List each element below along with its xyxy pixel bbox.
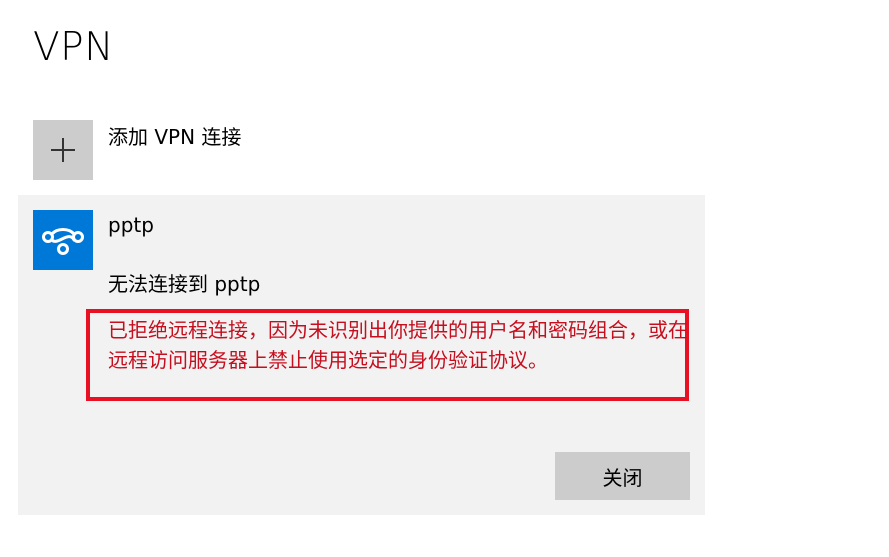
error-message: 已拒绝远程连接，因为未识别出你提供的用户名和密码组合，或在远程访问服务器上禁止使… — [108, 318, 688, 372]
close-button[interactable]: 关闭 — [555, 452, 690, 500]
vpn-connection-name: pptp — [108, 213, 154, 237]
page-title: VPN — [33, 25, 114, 70]
connection-status-title: 无法连接到 pptp — [108, 272, 261, 296]
vpn-connection-item[interactable]: pptp 无法连接到 pptp 已拒绝远程连接，因为未识别出你提供的用户名和密码… — [18, 195, 705, 515]
add-vpn-tile[interactable] — [33, 120, 93, 180]
vpn-settings-page: VPN 添加 VPN 连接 pptp 无法连接到 pptp 已拒绝远程连接，因为… — [0, 0, 889, 557]
add-vpn-connection-button[interactable]: 添加 VPN 连接 — [33, 120, 433, 180]
add-vpn-connection-label[interactable]: 添加 VPN 连接 — [108, 123, 241, 151]
vpn-icon — [33, 210, 93, 270]
error-highlight-box: 已拒绝远程连接，因为未识别出你提供的用户名和密码组合，或在远程访问服务器上禁止使… — [86, 309, 689, 401]
